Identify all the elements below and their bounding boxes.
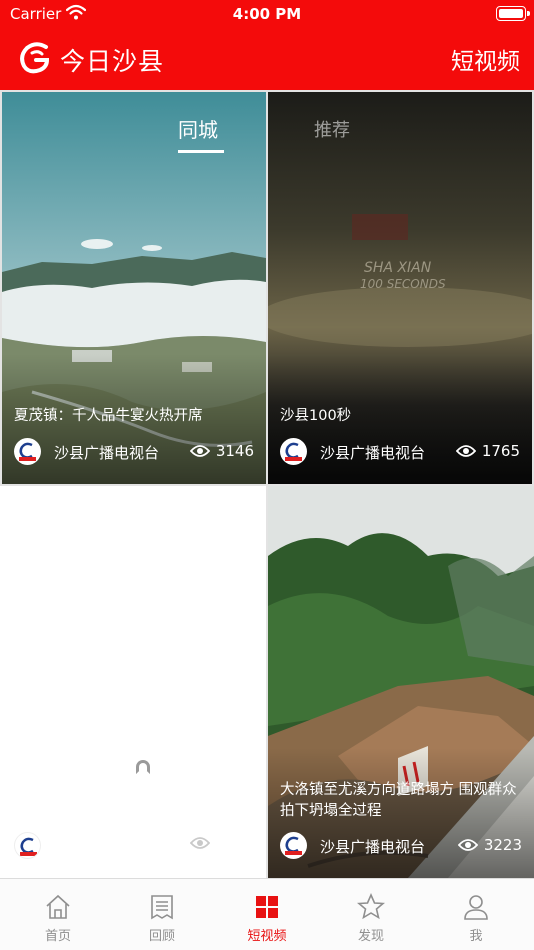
- tab-local-label: 同城: [178, 118, 218, 142]
- channel-name: 沙县广播电视台: [320, 444, 426, 462]
- video-meta: 沙县广播电视台 1765: [280, 438, 520, 466]
- status-bar: Carrier 4:00 PM: [0, 0, 534, 28]
- short-video-title[interactable]: 短视频: [451, 42, 520, 76]
- video-grid: 同城 夏茂镇：千人品牛宴火热开席 沙县广播电视台 3146 SHA XIAN 1…: [0, 90, 534, 878]
- channel-name: 沙县广播电视台: [54, 444, 160, 462]
- video-card[interactable]: 大洛镇至尤溪方向道路塌方 围观群众拍下坍塌全过程 沙县广播电视台 3223: [268, 486, 534, 878]
- nav-bar: 今日沙县 短视频: [0, 34, 534, 82]
- eye-icon: [455, 445, 476, 457]
- video-meta: 沙县广播电视台 3146: [14, 438, 254, 466]
- video-title: 沙县100秒: [280, 408, 352, 424]
- app-title: 今日沙县: [60, 47, 165, 76]
- tab-label: 回顾: [148, 929, 175, 944]
- app-logo-icon: [20, 42, 50, 74]
- view-count: 3223: [457, 836, 522, 854]
- grid-icon: [256, 896, 278, 918]
- video-card[interactable]: SHA XIAN 100 SECONDS 推荐 沙县100秒 沙县广播电视台 1…: [268, 92, 532, 484]
- tab-short-video[interactable]: 短视频: [227, 893, 307, 949]
- tab-label: 首页: [44, 929, 71, 944]
- tab-home[interactable]: 首页: [18, 893, 98, 949]
- video-title: 夏茂镇：千人品牛宴火热开席: [14, 408, 203, 424]
- receipt-icon: [151, 895, 173, 920]
- person-icon: [464, 895, 488, 920]
- view-count: 1765: [455, 442, 520, 460]
- tab-underline: [178, 150, 224, 153]
- tab-discover[interactable]: 发现: [331, 893, 411, 949]
- channel-name: 沙县广播电视台: [320, 838, 426, 856]
- channel-avatar: [280, 438, 307, 465]
- eye-icon: [189, 445, 210, 457]
- channel-avatar: [14, 438, 41, 465]
- view-count: 3146: [189, 442, 254, 460]
- channel-avatar: [14, 832, 41, 859]
- view-count-value: 3146: [215, 442, 254, 460]
- tab-me[interactable]: 我: [436, 893, 516, 949]
- app-header: Carrier 4:00 PM 今日沙县 短视频: [0, 0, 534, 90]
- view-count-value: 1765: [481, 442, 520, 460]
- overlay-text: SHA XIAN: [364, 260, 432, 276]
- video-meta: 沙县广播电视台 3223: [280, 832, 522, 860]
- eye-icon: [190, 837, 210, 849]
- view-count-value: 3223: [483, 836, 522, 854]
- bottom-tab-bar: 首页 回顾 短视频 发现 我: [0, 878, 534, 950]
- battery-icon: [496, 6, 530, 21]
- loading-spinner: [136, 760, 150, 774]
- tab-recommended[interactable]: 推荐: [314, 116, 350, 142]
- overlay-text: 100 SECONDS: [360, 277, 446, 291]
- star-icon: [357, 893, 385, 920]
- tab-label: 短视频: [247, 929, 287, 944]
- tab-local[interactable]: 同城: [178, 114, 224, 153]
- video-card[interactable]: 同城 夏茂镇：千人品牛宴火热开席 沙县广播电视台 3146: [2, 92, 266, 484]
- channel-avatar: [280, 832, 307, 859]
- tab-review[interactable]: 回顾: [122, 893, 202, 949]
- status-time: 4:00 PM: [232, 5, 302, 23]
- eye-icon: [457, 839, 478, 851]
- video-card-loading[interactable]: [0, 486, 266, 878]
- tab-label: 发现: [357, 929, 384, 944]
- tab-label: 我: [469, 929, 483, 944]
- video-title: 大洛镇至尤溪方向道路塌方 围观群众拍下坍塌全过程: [280, 782, 517, 819]
- home-icon: [46, 894, 70, 919]
